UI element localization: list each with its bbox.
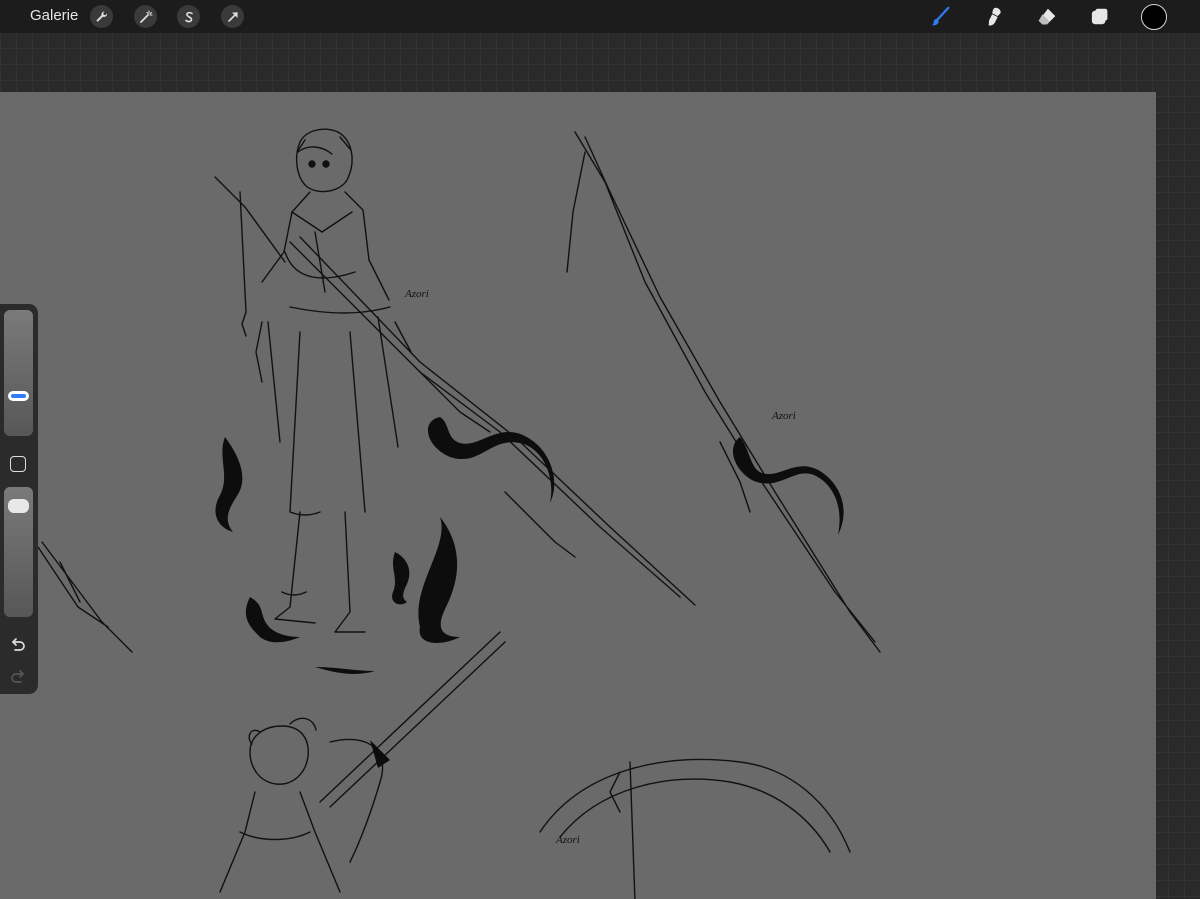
- top-toolbar: Galerie: [0, 0, 1200, 33]
- modify-square-icon[interactable]: [10, 456, 26, 472]
- smudge-icon[interactable]: [981, 4, 1007, 30]
- eraser-icon[interactable]: [1034, 4, 1060, 30]
- opacity-slider-thumb[interactable]: [8, 498, 29, 513]
- wrench-icon[interactable]: [90, 5, 113, 28]
- signature-text: Azori: [772, 410, 796, 422]
- drawing-canvas[interactable]: Azori Azori Azori: [0, 92, 1156, 899]
- sketch-artwork: [37, 128, 881, 899]
- undo-icon[interactable]: [9, 636, 27, 654]
- side-slider-bar: [0, 304, 38, 694]
- magic-wand-icon[interactable]: [134, 5, 157, 28]
- gallery-button[interactable]: Galerie: [30, 7, 78, 24]
- brush-size-slider[interactable]: [4, 310, 33, 436]
- color-picker-swatch[interactable]: [1141, 4, 1167, 30]
- brush-size-slider-thumb[interactable]: [8, 391, 29, 402]
- signature-text: Azori: [405, 288, 429, 300]
- brush-icon[interactable]: [928, 4, 954, 30]
- signature-text: Azori: [556, 834, 580, 846]
- selection-icon[interactable]: [177, 5, 200, 28]
- redo-icon[interactable]: [9, 668, 27, 686]
- layers-icon[interactable]: [1087, 4, 1113, 30]
- transform-arrow-icon[interactable]: [221, 5, 244, 28]
